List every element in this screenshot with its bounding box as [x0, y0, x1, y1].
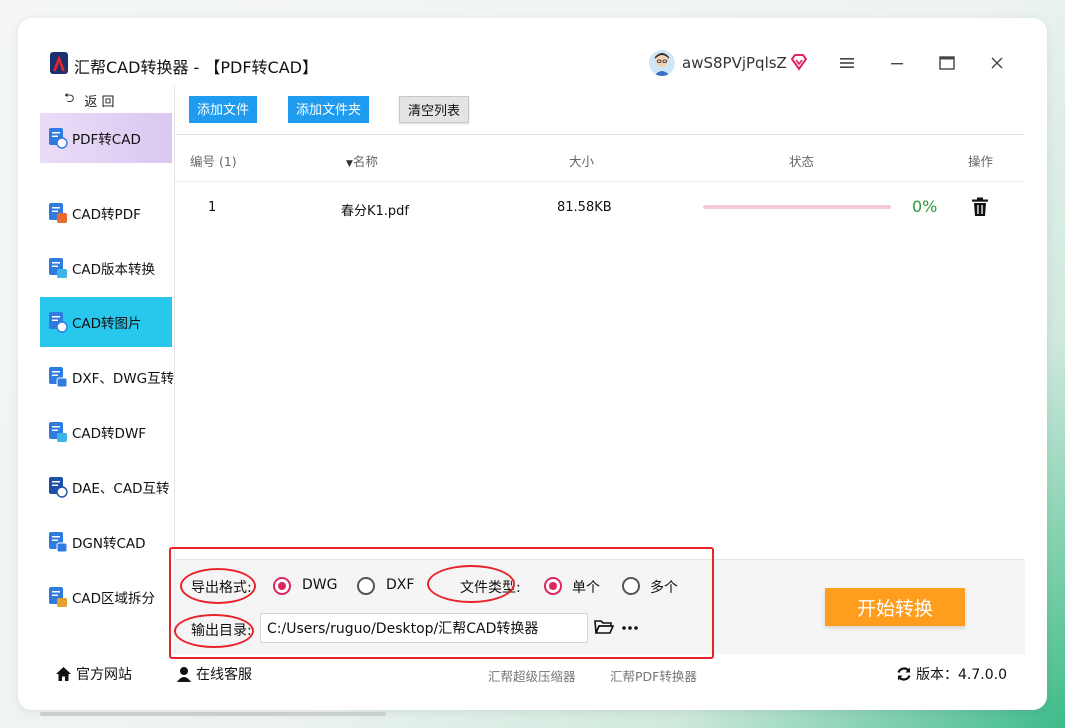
sidebar-item-label: DAE、CAD互转 [72, 481, 170, 497]
sidebar-item-cad-split[interactable]: CAD区域拆分 [40, 572, 172, 622]
annotation-ellipse-filetype [427, 565, 515, 603]
annotation-ellipse-output [174, 614, 254, 648]
support-person-icon [177, 667, 191, 682]
window-title: 汇帮CAD转换器 - 【PDF转CAD】 [74, 58, 318, 77]
sidebar-item-label: CAD区域拆分 [72, 591, 156, 607]
sidebar-item-label: CAD版本转换 [72, 262, 156, 278]
cad-file-icon [49, 203, 67, 223]
dae-cad-icon [49, 477, 68, 498]
cad-image-icon [49, 312, 68, 333]
column-header-action: 操作 [968, 154, 994, 169]
pdf-converter-link[interactable]: 汇帮PDF转换器 [610, 666, 697, 685]
row-progress-bar [703, 205, 891, 209]
column-header-name-label: 名称 [352, 154, 378, 169]
sidebar-item-cad-version[interactable]: CAD版本转换 [40, 243, 172, 293]
row-progress-text: 0% [912, 197, 938, 216]
maximize-icon[interactable] [938, 54, 956, 72]
version-info: 版本：4.7.0.0 [896, 664, 1007, 684]
sidebar-item-cad-to-dwf[interactable]: CAD转DWF [40, 407, 172, 457]
sidebar-item-dxf-dwg[interactable]: DXF、DWG互转 [40, 352, 175, 402]
clear-list-button[interactable]: 清空列表 [399, 96, 470, 123]
refresh-icon[interactable] [896, 666, 912, 682]
user-avatar[interactable] [649, 50, 675, 76]
minimize-icon[interactable] [888, 54, 906, 72]
online-support-link[interactable]: 在线客服 [176, 664, 252, 684]
row-file-name: 春分K1.pdf [341, 204, 410, 219]
header-divider [175, 181, 1025, 182]
sidebar-item-dae-cad[interactable]: DAE、CAD互转 [40, 462, 172, 512]
annotation-ellipse-format [180, 568, 256, 604]
pdf-file-icon [49, 128, 68, 149]
dxf-dwg-icon [49, 367, 68, 388]
sidebar-item-label: CAD转DWF [72, 426, 147, 442]
column-header-size[interactable]: 大小 [569, 151, 594, 170]
back-label: 返 回 [84, 94, 115, 110]
cad-dwf-icon [49, 422, 67, 442]
add-folder-button[interactable]: 添加文件夹 [288, 96, 370, 123]
sidebar-item-cad-to-image[interactable]: CAD转图片 [40, 297, 172, 347]
compressor-link[interactable]: 汇帮超级压缩器 [488, 666, 576, 685]
cad-version-icon [49, 258, 67, 278]
sidebar-item-pdf-to-cad[interactable]: PDF转CAD [40, 113, 172, 163]
sidebar-item-dgn-to-cad[interactable]: DGN转CAD [40, 517, 172, 567]
official-website-label: 官方网站 [76, 667, 132, 683]
title-bar: 汇帮CAD转换器 - 【PDF转CAD】 awS8PVjPqlsZ [18, 18, 1047, 86]
official-website-link[interactable]: 官方网站 [55, 664, 132, 684]
start-convert-button[interactable]: 开始转换 [825, 588, 965, 626]
sidebar-item-cad-to-pdf[interactable]: CAD转PDF [40, 188, 172, 238]
row-index: 1 [208, 200, 217, 215]
version-label: 版本：4.7.0.0 [916, 667, 1007, 683]
cad-split-icon [49, 587, 67, 607]
home-icon [56, 667, 71, 681]
dgn-cad-icon [49, 532, 68, 553]
column-header-status[interactable]: 状态 [789, 151, 814, 170]
vip-diamond-icon[interactable] [790, 53, 808, 71]
sidebar-item-label: DXF、DWG互转 [72, 371, 175, 387]
app-window: 汇帮CAD转换器 - 【PDF转CAD】 awS8PVjPqlsZ ⮌ 返 回 … [18, 18, 1047, 710]
column-header-name[interactable]: ▼名称 [346, 151, 378, 170]
sidebar-item-label: CAD转图片 [72, 316, 142, 332]
add-file-button[interactable]: 添加文件 [189, 96, 258, 123]
online-support-label: 在线客服 [196, 667, 252, 683]
sidebar-item-label: PDF转CAD [72, 132, 141, 148]
close-icon[interactable] [988, 54, 1006, 72]
sort-desc-icon: ▼ [346, 159, 353, 169]
username: awS8PVjPqlsZ [682, 54, 787, 72]
file-table: 编号 (1) ▼名称 大小 状态 操作 1 春分K1.pdf 81.58KB 0… [175, 134, 1025, 559]
delete-icon[interactable] [971, 197, 989, 217]
annotation-frame [169, 547, 714, 659]
sidebar-item-label: DGN转CAD [72, 536, 146, 552]
sidebar-item-label: CAD转PDF [72, 207, 141, 223]
back-arrow-icon: ⮌ [64, 91, 75, 106]
footer-bar: 官方网站 在线客服 汇帮超级压缩器 汇帮PDF转换器 版本：4.7.0.0 [18, 654, 1047, 692]
column-header-index[interactable]: 编号 (1) [190, 151, 237, 170]
scroll-indicator [40, 712, 386, 716]
row-file-size: 81.58KB [557, 200, 612, 215]
sidebar: ⮌ 返 回 PDF转CAD CAD转PDF CAD版本转换 CAD转图片 DXF… [40, 86, 174, 654]
app-logo-icon [50, 52, 68, 74]
menu-icon[interactable] [838, 54, 856, 72]
back-button[interactable]: ⮌ 返 回 [64, 89, 115, 111]
